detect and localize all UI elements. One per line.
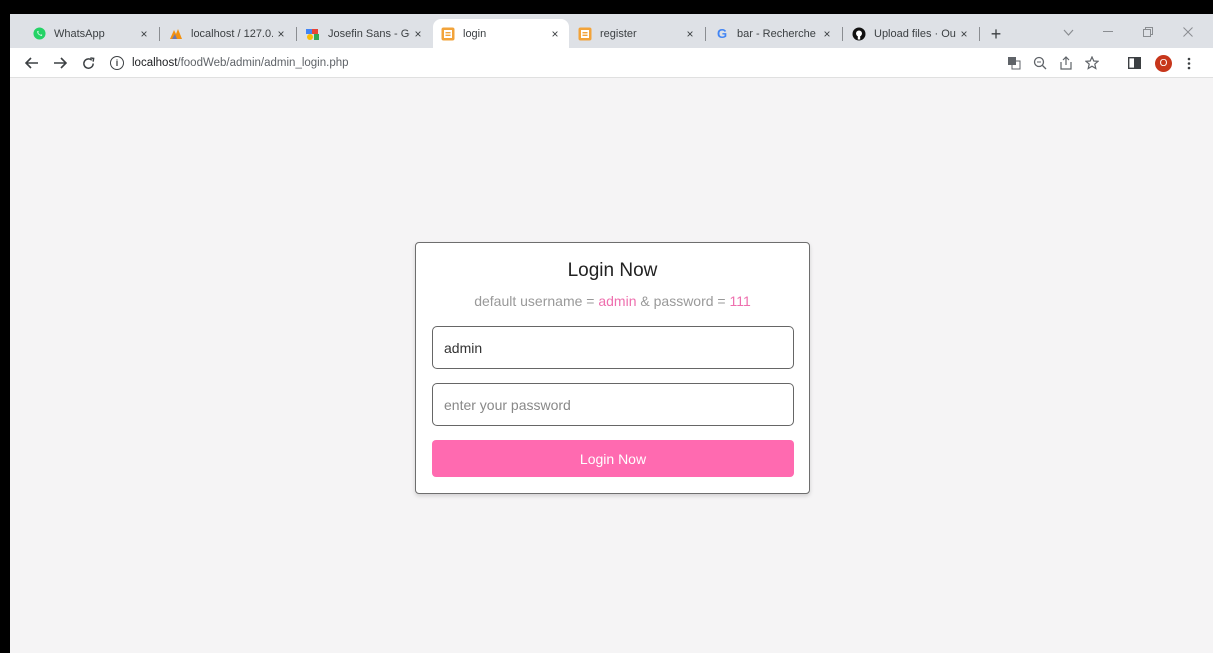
tab-strip: WhatsApp × localhost / 127.0. × Josefin … (10, 14, 1213, 48)
browser-toolbar: i localhost/foodWeb/admin/admin_login.ph… (10, 48, 1213, 78)
close-window-icon[interactable] (1178, 22, 1198, 42)
tab-divider (979, 27, 980, 41)
tab-title: bar - Recherche (737, 27, 816, 40)
restore-icon[interactable] (1138, 22, 1158, 42)
forward-button[interactable] (50, 53, 70, 73)
tab-whatsapp[interactable]: WhatsApp × (24, 19, 158, 48)
tab-phpmyadmin[interactable]: localhost / 127.0. × (161, 19, 295, 48)
arrow-left-icon (25, 57, 38, 69)
tab-title: Josefin Sans - Go (328, 27, 410, 40)
kebab-menu-icon[interactable] (1180, 54, 1198, 72)
browser-window: WhatsApp × localhost / 127.0. × Josefin … (10, 14, 1213, 653)
default-credentials-hint: default username = admin & password = 11… (416, 293, 809, 309)
tab-github-upload[interactable]: Upload files · Ou × (844, 19, 978, 48)
translate-icon[interactable] (1005, 54, 1023, 72)
url-host: localhost (132, 57, 178, 69)
tab-title: login (463, 27, 487, 40)
tab-divider (842, 27, 843, 41)
google-fonts-icon (306, 27, 320, 41)
tab-search-icon[interactable] (1058, 22, 1078, 42)
tab-divider (705, 27, 706, 41)
hint-username: admin (598, 293, 637, 309)
tab-register[interactable]: register × (570, 19, 704, 48)
close-icon[interactable]: × (682, 26, 698, 42)
bookmark-star-icon[interactable] (1083, 54, 1101, 72)
login-form: Login Now default username = admin & pas… (415, 242, 810, 494)
share-icon[interactable] (1057, 54, 1075, 72)
tab-divider (159, 27, 160, 41)
phpmyadmin-icon (169, 27, 183, 41)
close-icon[interactable]: × (547, 26, 563, 42)
tab-title: Upload files · Ou (874, 27, 956, 40)
site-info-icon[interactable]: i (110, 56, 124, 70)
hint-mid: & password = (636, 293, 730, 309)
zoom-icon[interactable] (1031, 54, 1049, 72)
tab-josefin-sans[interactable]: Josefin Sans - Go × (298, 19, 432, 48)
tab-title: WhatsApp (54, 27, 105, 40)
close-icon[interactable]: × (410, 26, 426, 42)
url-text: localhost/foodWeb/admin/admin_login.php (132, 57, 349, 69)
close-icon[interactable]: × (136, 26, 152, 42)
tab-title: register (600, 27, 637, 40)
reload-icon (82, 56, 94, 69)
hint-password: 111 (729, 293, 751, 309)
google-icon: G (716, 26, 728, 41)
url-path: /foodWeb/admin/admin_login.php (177, 57, 349, 69)
login-button[interactable]: Login Now (432, 440, 794, 477)
profile-avatar[interactable]: O (1155, 55, 1172, 72)
arrow-right-icon (54, 57, 67, 69)
hint-prefix: default username = (474, 293, 599, 309)
page-icon (578, 27, 592, 41)
new-tab-button[interactable]: + (986, 24, 1006, 44)
tab-google-search[interactable]: G bar - Recherche × (707, 19, 841, 48)
close-icon[interactable]: × (273, 26, 289, 42)
reload-button[interactable] (78, 53, 98, 73)
close-icon[interactable]: × (956, 26, 972, 42)
tab-login[interactable]: login × (433, 19, 569, 48)
github-icon (852, 27, 866, 41)
tab-title: localhost / 127.0. (191, 27, 273, 40)
side-panel-icon[interactable] (1125, 54, 1143, 72)
tab-divider (296, 27, 297, 41)
back-button[interactable] (22, 53, 42, 73)
minimize-icon[interactable] (1098, 22, 1118, 42)
username-input[interactable] (432, 326, 794, 369)
password-input[interactable] (432, 383, 794, 426)
page-icon (441, 27, 455, 41)
whatsapp-icon (32, 27, 46, 41)
login-title: Login Now (567, 260, 658, 281)
address-bar[interactable]: i localhost/foodWeb/admin/admin_login.ph… (110, 52, 990, 74)
close-icon[interactable]: × (819, 26, 835, 42)
